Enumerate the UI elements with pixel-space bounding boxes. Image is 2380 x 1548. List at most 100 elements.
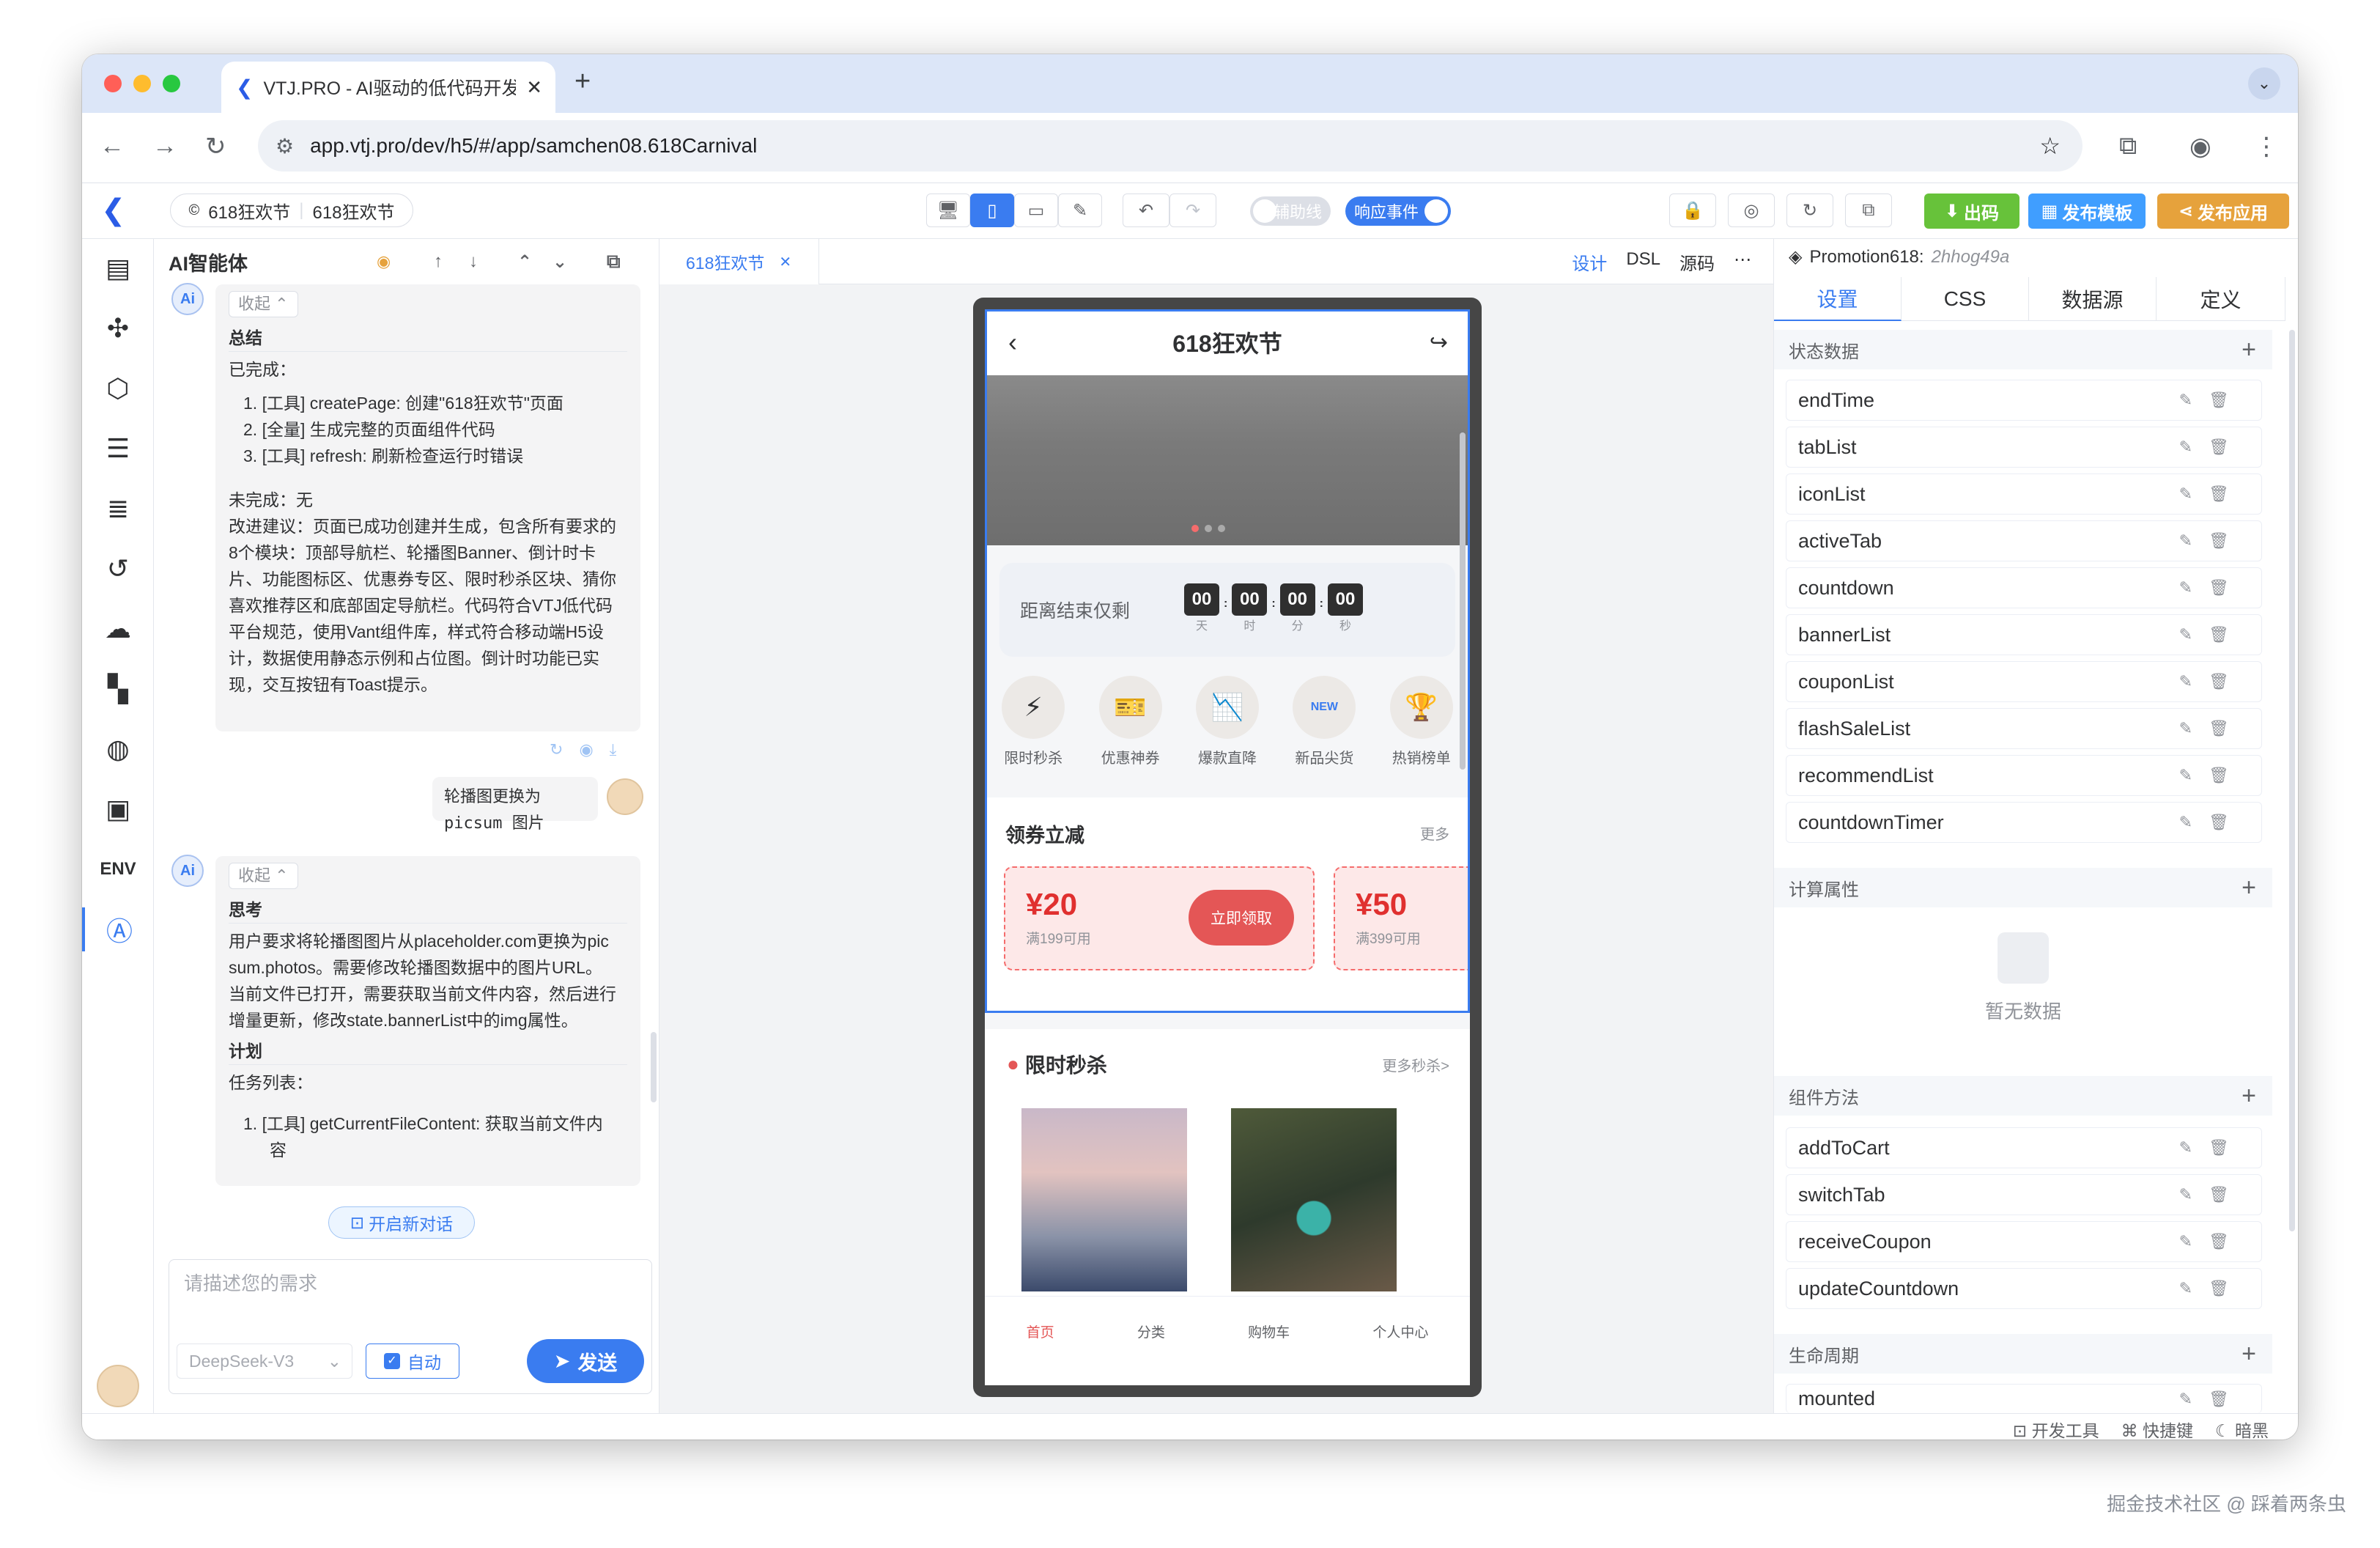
components-icon[interactable]: ✣: [82, 306, 154, 350]
edit-delete-icons[interactable]: ✎🗑: [2179, 672, 2245, 691]
tablet-view-button[interactable]: ▭: [1014, 194, 1058, 227]
arrow-up-icon[interactable]: ↑: [434, 251, 443, 272]
tab-datasource[interactable]: 数据源: [2029, 277, 2157, 321]
close-window-button[interactable]: [104, 75, 122, 92]
add-icon[interactable]: +: [2242, 336, 2256, 364]
state-item[interactable]: iconList ✎🗑: [1786, 473, 2262, 515]
tabbar-category[interactable]: 分类: [1137, 1322, 1165, 1385]
method-item[interactable]: addToCart ✎🗑: [1786, 1127, 2262, 1168]
new-chat-button[interactable]: ⊡ 开启新对话: [328, 1206, 475, 1239]
vtj-app-logo-icon[interactable]: ❮: [101, 194, 126, 227]
docs-icon[interactable]: ▣: [82, 787, 154, 831]
edit-delete-icons[interactable]: ✎🗑: [2179, 625, 2245, 644]
claim-coupon-button[interactable]: 立即领取: [1189, 890, 1294, 946]
edit-delete-icons[interactable]: ✎🗑: [2179, 813, 2245, 832]
blocks-icon[interactable]: ⬡: [82, 366, 154, 410]
icon-item-bestsellers[interactable]: 🏆 热销榜单: [1381, 676, 1462, 786]
devtools-button[interactable]: ⊡ 开发工具: [2013, 1417, 2099, 1440]
response-events-toggle[interactable]: 响应事件: [1345, 196, 1451, 226]
prompt-input[interactable]: 请描述您的需求 DeepSeek-V3 ⌄ ✓ 自动 ➤ 发送: [169, 1259, 652, 1394]
tabbar-home[interactable]: 首页: [1027, 1322, 1054, 1385]
view-source-tab[interactable]: 源码: [1679, 249, 1715, 275]
product-image[interactable]: [1231, 1108, 1397, 1291]
edit-delete-icons[interactable]: ✎🗑: [2179, 1185, 2245, 1204]
state-item[interactable]: flashSaleList ✎🗑: [1786, 708, 2262, 749]
method-item[interactable]: updateCountdown ✎🗑: [1786, 1268, 2262, 1309]
icon-item-flash-sale[interactable]: ⚡ 限时秒杀: [993, 676, 1073, 786]
extensions-icon[interactable]: ⧉: [2119, 132, 2137, 161]
dark-mode-button[interactable]: ☾ 暗黑: [2215, 1417, 2269, 1440]
method-item[interactable]: receiveCoupon ✎🗑: [1786, 1221, 2262, 1262]
panel-scrollbar[interactable]: [651, 1032, 657, 1102]
preview-button[interactable]: ⧉: [1845, 194, 1892, 227]
method-item[interactable]: switchTab ✎🗑: [1786, 1174, 2262, 1215]
env-icon[interactable]: ENV: [82, 847, 154, 891]
send-button[interactable]: ➤ 发送: [527, 1339, 644, 1383]
shortcuts-button[interactable]: ⌘ 快捷键: [2121, 1417, 2193, 1440]
back-arrow-icon[interactable]: ‹: [1008, 327, 1017, 358]
fold-button[interactable]: 收起 ⌃: [229, 863, 298, 889]
add-icon[interactable]: +: [2242, 1082, 2256, 1110]
layout-icon[interactable]: ☰: [82, 427, 154, 471]
chevron-up-icon[interactable]: ⌃: [517, 251, 532, 273]
screenshot-button[interactable]: ◎: [1728, 194, 1775, 227]
redo-button[interactable]: ↷: [1169, 194, 1216, 227]
edit-mode-button[interactable]: ✎: [1058, 194, 1102, 227]
tabbar-cart[interactable]: 购物车: [1248, 1322, 1290, 1385]
state-item[interactable]: tabList ✎🗑: [1786, 427, 2262, 468]
add-icon[interactable]: +: [2242, 874, 2256, 902]
aux-line-toggle[interactable]: 辅助线: [1250, 196, 1331, 226]
product-image[interactable]: [1021, 1108, 1187, 1291]
edit-delete-icons[interactable]: ✎🗑: [2179, 1138, 2245, 1157]
outline-icon[interactable]: ≣: [82, 487, 154, 531]
mobile-view-button[interactable]: ▯: [970, 194, 1014, 227]
site-info-icon[interactable]: ⚙: [276, 134, 294, 158]
icon-item-price-drop[interactable]: 📉 爆款直降: [1187, 676, 1268, 786]
forward-icon[interactable]: →: [152, 132, 177, 161]
lock-button[interactable]: 🔒: [1669, 194, 1716, 227]
edit-delete-icons[interactable]: ✎🗑: [2179, 578, 2245, 597]
arrow-down-icon[interactable]: ↓: [469, 251, 478, 272]
model-select[interactable]: DeepSeek-V3 ⌄: [177, 1344, 352, 1379]
edit-delete-icons[interactable]: ✎🗑: [2179, 438, 2245, 457]
browser-tab[interactable]: ❮ VTJ.PRO - AI驱动的低代码开发 ✕: [221, 62, 555, 113]
desktop-view-button[interactable]: 🖥: [926, 194, 970, 227]
state-item[interactable]: countdownTimer ✎🗑: [1786, 802, 2262, 843]
edit-delete-icons[interactable]: ✎🗑: [2179, 719, 2245, 738]
view-dsl-tab[interactable]: DSL: [1626, 249, 1660, 275]
reload-icon[interactable]: ↻: [205, 132, 226, 161]
download-icon[interactable]: ⤓: [610, 740, 633, 759]
project-breadcrumb[interactable]: © 618狂欢节 | 618狂欢节: [170, 194, 413, 227]
hide-icon[interactable]: ◉: [377, 252, 391, 271]
state-item[interactable]: activeTab ✎🗑: [1786, 520, 2262, 561]
edit-delete-icons[interactable]: ✎🗑: [2179, 1232, 2245, 1251]
tabbar-profile[interactable]: 个人中心: [1372, 1322, 1428, 1385]
fold-button[interactable]: 收起 ⌃: [229, 291, 298, 317]
more-icon[interactable]: ⋯: [1734, 249, 1751, 275]
edit-delete-icons[interactable]: ✎🗑: [2179, 391, 2245, 410]
lifecycle-item[interactable]: mounted ✎🗑: [1786, 1384, 2262, 1413]
tab-css[interactable]: CSS: [1902, 277, 2029, 321]
banner-swiper[interactable]: [985, 375, 1470, 545]
close-tab-icon[interactable]: ✕: [526, 76, 542, 99]
globe-icon[interactable]: ◍: [82, 727, 154, 771]
url-field[interactable]: ⚙ app.vtj.pro/dev/h5/#/app/samchen08.618…: [258, 120, 2082, 172]
edit-delete-icons[interactable]: ✎🗑: [2179, 484, 2245, 504]
state-item[interactable]: recommendList ✎🗑: [1786, 755, 2262, 796]
edit-delete-icons[interactable]: ✎🗑: [2179, 1390, 2245, 1409]
icon-item-coupons[interactable]: 🎫 优惠神券: [1090, 676, 1171, 786]
publish-app-button[interactable]: ⋖ 发布应用: [2157, 194, 2289, 229]
new-tab-button[interactable]: +: [574, 66, 591, 97]
edit-delete-icons[interactable]: ✎🗑: [2179, 766, 2245, 785]
tab-definition[interactable]: 定义: [2157, 277, 2285, 321]
menu-icon[interactable]: ⋮: [2254, 132, 2279, 161]
state-item[interactable]: couponList ✎🗑: [1786, 661, 2262, 702]
back-icon[interactable]: ←: [100, 132, 125, 161]
apps-icon[interactable]: ▚: [82, 667, 154, 711]
profile-icon[interactable]: ◉: [2189, 132, 2211, 161]
publish-template-button[interactable]: ▦ 发布模板: [2028, 194, 2146, 229]
history-icon[interactable]: ↺: [82, 547, 154, 591]
bookmark-star-icon[interactable]: ☆: [2039, 132, 2061, 160]
minimize-window-button[interactable]: [133, 75, 151, 92]
export-code-button[interactable]: ⬇ 出码: [1924, 194, 2019, 229]
